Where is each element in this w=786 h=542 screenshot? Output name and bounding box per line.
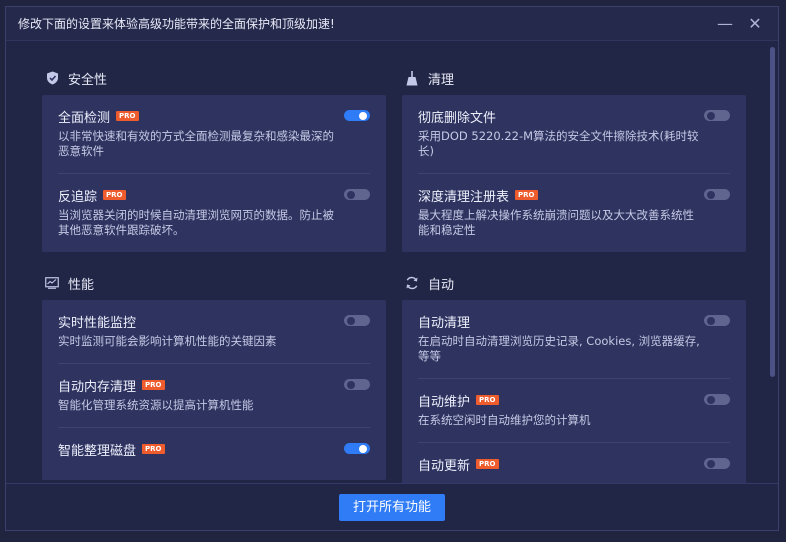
setting-description: 智能化管理系统资源以提高计算机性能: [58, 398, 254, 412]
section-header-clean: 清理: [402, 61, 746, 95]
toggle-switch[interactable]: [344, 315, 370, 326]
setting-item: 反追踪 PRO 当浏览器关闭的时候自动清理浏览网页的数据。防止被其他恶意软件跟踪…: [58, 174, 370, 252]
section-label: 清理: [428, 72, 455, 88]
refresh-icon: [404, 275, 420, 291]
window-title: 修改下面的设置来体验高级功能带来的全面保护和顶级加速!: [18, 17, 335, 31]
settings-content[interactable]: 安全性 全面检测 PRO 以非常快速和有效的方式全面检测最复杂和感染最深的恶意软…: [6, 41, 768, 484]
section-header-auto: 自动: [402, 266, 746, 300]
setting-item: 自动内存清理 PRO 智能化管理系统资源以提高计算机性能: [58, 364, 370, 428]
setting-title: 彻底删除文件: [418, 110, 497, 126]
enable-all-button[interactable]: 打开所有功能: [338, 493, 445, 521]
left-column: 安全性 全面检测 PRO 以非常快速和有效的方式全面检测最复杂和感染最深的恶意软…: [42, 61, 386, 484]
setting-title-row: 智能整理磁盘 PRO: [58, 440, 370, 459]
setting-title: 全面检测: [58, 110, 111, 126]
card-security: 全面检测 PRO 以非常快速和有效的方式全面检测最复杂和感染最深的恶意软件 反追…: [42, 95, 386, 252]
toggle-knob: [707, 190, 715, 199]
toggle-switch[interactable]: [704, 458, 730, 469]
setting-title-row: 自动内存清理 PRO: [58, 376, 370, 395]
toggle-switch[interactable]: [704, 110, 730, 121]
pro-badge: PRO: [515, 190, 538, 200]
setting-description: 最大程度上解决操作系统崩溃问题以及大大改善系统性能和稳定性: [418, 208, 694, 237]
toggle-switch[interactable]: [344, 189, 370, 200]
toggle-knob: [359, 111, 367, 120]
broom-icon: [404, 70, 420, 86]
setting-title: 自动清理: [418, 315, 471, 331]
setting-title-row: 自动更新 PRO: [418, 455, 730, 474]
setting-title-row: 自动清理: [418, 312, 730, 331]
setting-item: 实时性能监控 实时监测可能会影响计算机性能的关键因素: [58, 300, 370, 364]
toggle-knob: [347, 380, 355, 389]
setting-title: 自动内存清理: [58, 379, 137, 395]
toggle-knob: [707, 316, 715, 325]
setting-title: 自动维护: [418, 394, 471, 410]
toggle-knob: [707, 395, 715, 404]
toggle-knob: [707, 111, 715, 120]
toggle-knob: [359, 444, 367, 453]
setting-description: 当浏览器关闭的时候自动清理浏览网页的数据。防止被其他恶意软件跟踪破坏。: [58, 208, 334, 237]
setting-title-row: 反追踪 PRO: [58, 186, 370, 205]
toggle-switch[interactable]: [704, 394, 730, 405]
setting-description: 在启动时自动清理浏览历史记录, Cookies, 浏览器缓存, 等等: [418, 334, 700, 363]
toggle-switch[interactable]: [344, 443, 370, 454]
setting-item: 自动维护 PRO 在系统空闲时自动维护您的计算机: [418, 379, 730, 443]
close-button[interactable]: ✕: [744, 13, 766, 35]
section-header-security: 安全性: [42, 61, 386, 95]
pro-badge: PRO: [142, 380, 165, 390]
setting-title-row: 自动维护 PRO: [418, 391, 730, 410]
setting-description: 实时监测可能会影响计算机性能的关键因素: [58, 334, 277, 348]
setting-description: 采用DOD 5220.22-M算法的安全文件擦除技术(耗时较长): [418, 129, 699, 158]
setting-title-row: 彻底删除文件: [418, 107, 730, 126]
setting-item: 自动更新 PRO: [418, 443, 730, 484]
settings-window: 修改下面的设置来体验高级功能带来的全面保护和顶级加速! — ✕ 安全性 全面检测…: [5, 6, 779, 531]
section-label: 自动: [428, 277, 455, 293]
setting-item: 全面检测 PRO 以非常快速和有效的方式全面检测最复杂和感染最深的恶意软件: [58, 95, 370, 174]
setting-item: 深度清理注册表 PRO 最大程度上解决操作系统崩溃问题以及大大改善系统性能和稳定…: [418, 174, 730, 252]
toggle-switch[interactable]: [344, 379, 370, 390]
section-security: 安全性 全面检测 PRO 以非常快速和有效的方式全面检测最复杂和感染最深的恶意软…: [42, 61, 386, 252]
pro-badge: PRO: [142, 444, 165, 454]
setting-item: 智能整理磁盘 PRO: [58, 428, 370, 480]
setting-item: 彻底删除文件 采用DOD 5220.22-M算法的安全文件擦除技术(耗时较长): [418, 95, 730, 174]
title-bar: 修改下面的设置来体验高级功能带来的全面保护和顶级加速! — ✕: [6, 7, 778, 41]
footer-bar: 打开所有功能: [6, 483, 778, 530]
card-auto: 自动清理 在启动时自动清理浏览历史记录, Cookies, 浏览器缓存, 等等 …: [402, 300, 746, 484]
right-column: 清理 彻底删除文件 采用DOD 5220.22-M算法的安全文件擦除技术(耗时较…: [402, 61, 746, 484]
toggle-switch[interactable]: [344, 110, 370, 121]
setting-description: 在系统空闲时自动维护您的计算机: [418, 413, 591, 427]
minimize-button[interactable]: —: [714, 13, 736, 35]
shield-icon: [44, 70, 60, 86]
pro-badge: PRO: [116, 111, 139, 121]
toggle-knob: [347, 316, 355, 325]
setting-item: 自动清理 在启动时自动清理浏览历史记录, Cookies, 浏览器缓存, 等等: [418, 300, 730, 379]
setting-title: 反追踪: [58, 189, 98, 205]
scrollbar[interactable]: [770, 47, 775, 377]
setting-title: 实时性能监控: [58, 315, 137, 331]
pro-badge: PRO: [476, 459, 499, 469]
setting-description: 以非常快速和有效的方式全面检测最复杂和感染最深的恶意软件: [58, 129, 334, 158]
section-clean: 清理 彻底删除文件 采用DOD 5220.22-M算法的安全文件擦除技术(耗时较…: [402, 61, 746, 252]
section-label: 性能: [68, 277, 95, 293]
monitor-chart-icon: [44, 275, 60, 291]
section-header-performance: 性能: [42, 266, 386, 300]
section-performance: 性能 实时性能监控 实时监测可能会影响计算机性能的关键因素 自动内存清理 PRO: [42, 266, 386, 480]
setting-title-row: 实时性能监控: [58, 312, 370, 331]
toggle-switch[interactable]: [704, 315, 730, 326]
setting-title: 深度清理注册表: [418, 189, 510, 205]
setting-title: 智能整理磁盘: [58, 443, 137, 459]
section-auto: 自动 自动清理 在启动时自动清理浏览历史记录, Cookies, 浏览器缓存, …: [402, 266, 746, 484]
toggle-knob: [347, 190, 355, 199]
card-clean: 彻底删除文件 采用DOD 5220.22-M算法的安全文件擦除技术(耗时较长) …: [402, 95, 746, 252]
setting-title-row: 全面检测 PRO: [58, 107, 370, 126]
setting-title: 自动更新: [418, 458, 471, 474]
pro-badge: PRO: [103, 190, 126, 200]
card-performance: 实时性能监控 实时监测可能会影响计算机性能的关键因素 自动内存清理 PRO 智能…: [42, 300, 386, 480]
section-label: 安全性: [68, 72, 108, 88]
toggle-switch[interactable]: [704, 189, 730, 200]
pro-badge: PRO: [476, 395, 499, 405]
toggle-knob: [707, 459, 715, 468]
setting-title-row: 深度清理注册表 PRO: [418, 186, 730, 205]
